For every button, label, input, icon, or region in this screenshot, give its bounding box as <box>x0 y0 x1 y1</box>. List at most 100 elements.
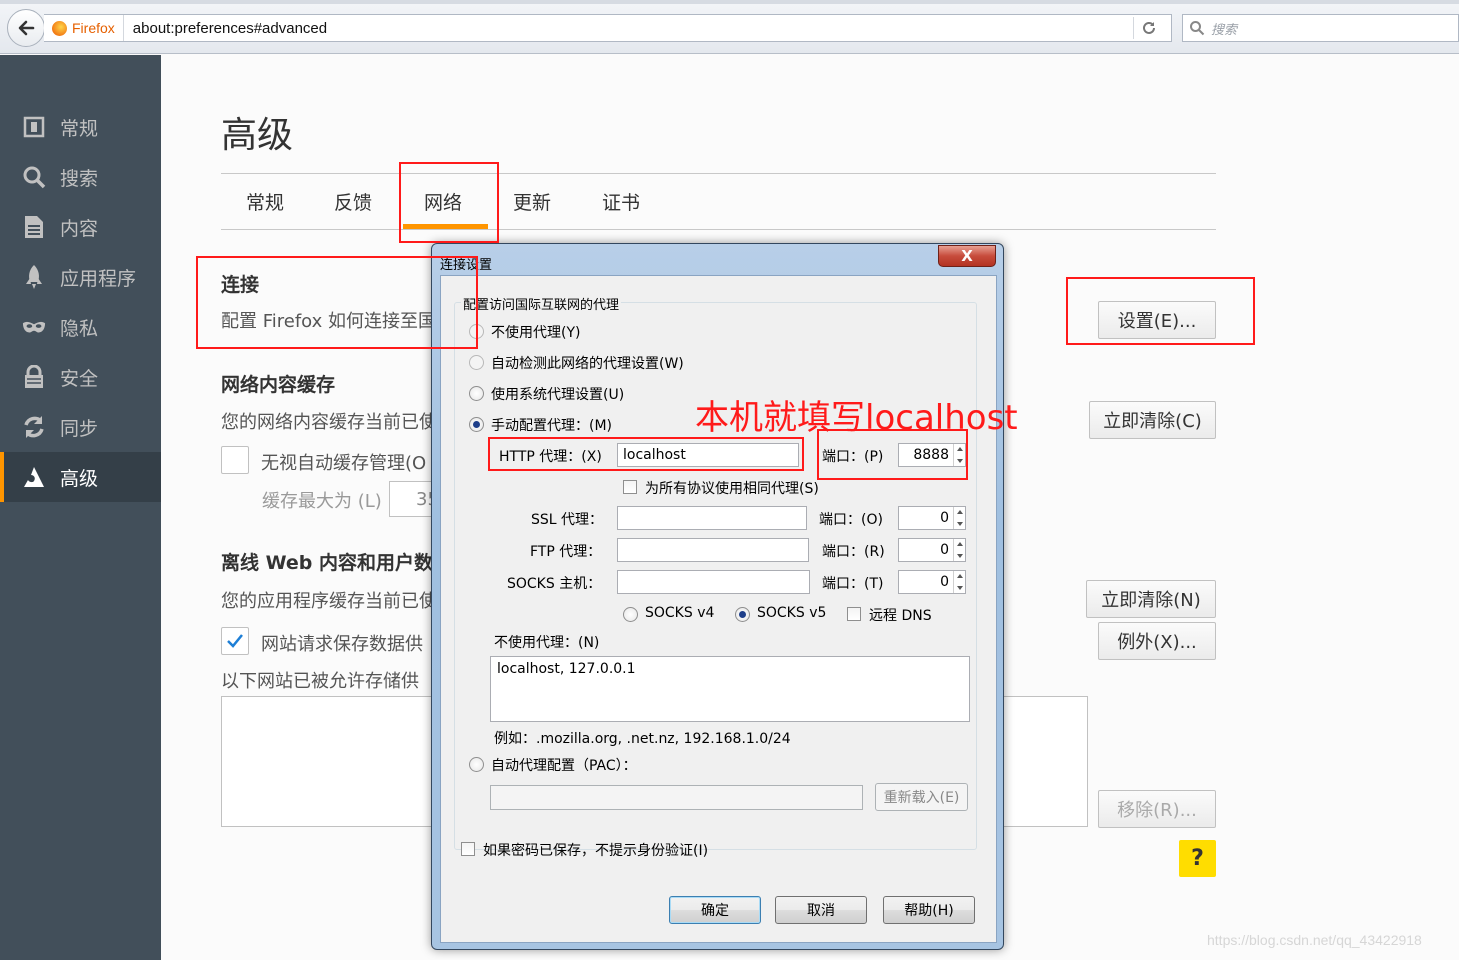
tab-certificates[interactable]: 证书 <box>602 188 640 215</box>
proxy-group-legend: 配置访问国际互联网的代理 <box>461 294 622 313</box>
cache-description: 您的网络内容缓存当前已使 <box>221 412 436 433</box>
no-proxy-for-value: localhost, 127.0.0.1 <box>497 661 636 677</box>
offline-warn-label: 网站请求保存数据供 <box>261 634 423 655</box>
privacy-mask-icon <box>22 315 46 339</box>
allowed-sites-label: 以下网站已被允许存储供 <box>221 671 419 692</box>
tabs-divider-top <box>221 173 1216 174</box>
general-icon <box>22 115 46 139</box>
remove-site-button[interactable]: 移除(R)... <box>1098 790 1216 828</box>
spin-arrows-icon[interactable] <box>953 507 965 529</box>
socks-v4-label: SOCKS v4 <box>645 605 715 621</box>
dialog-close-button[interactable]: X <box>938 245 996 267</box>
manual-proxy-radio[interactable] <box>469 417 484 432</box>
ftp-port-stepper[interactable]: 0 <box>898 538 966 562</box>
clear-offline-button[interactable]: 立即清除(N) <box>1086 580 1216 618</box>
url-text[interactable]: about:preferences#advanced <box>124 20 327 37</box>
sidebar-item-content[interactable]: 内容 <box>0 202 161 252</box>
offline-warn-checkbox[interactable] <box>221 627 249 655</box>
sidebar-item-advanced[interactable]: 高级 <box>0 452 161 502</box>
remote-dns-label: 远程 DNS <box>869 608 932 624</box>
tabs-divider-bottom <box>221 229 1216 230</box>
ok-button[interactable]: 确定 <box>669 896 761 924</box>
tab-data-choices[interactable]: 反馈 <box>334 188 372 215</box>
tab-update[interactable]: 更新 <box>513 188 551 215</box>
spin-arrows-icon[interactable] <box>953 571 965 593</box>
offline-description: 您的应用程序缓存当前已使 <box>221 591 436 612</box>
advanced-icon <box>22 465 46 489</box>
socks-v4-radio[interactable] <box>623 607 638 622</box>
sidebar-item-general[interactable]: 常规 <box>0 102 161 152</box>
auto-detect-label: 自动检测此网络的代理设置(W) <box>491 356 684 372</box>
exceptions-button[interactable]: 例外(X)... <box>1098 622 1216 660</box>
sidebar-item-security[interactable]: 安全 <box>0 352 161 402</box>
identity-label: Firefox <box>72 20 115 36</box>
search-bar[interactable]: 搜索 <box>1182 14 1459 42</box>
override-cache-checkbox[interactable] <box>221 446 249 474</box>
remote-dns-checkbox[interactable] <box>847 607 861 621</box>
reload-pac-button[interactable]: 重新载入(E) <box>875 783 968 811</box>
help-button[interactable]: ? <box>1179 840 1216 877</box>
search-placeholder: 搜索 <box>1211 22 1238 38</box>
sidebar-item-applications[interactable]: 应用程序 <box>0 252 161 302</box>
ssl-proxy-label: SSL 代理： <box>531 512 604 528</box>
pac-radio[interactable] <box>469 757 484 772</box>
cache-limit-input[interactable]: 35 <box>389 481 439 517</box>
ftp-proxy-input[interactable] <box>617 538 809 562</box>
search-icon <box>22 165 46 189</box>
no-auth-prompt-checkbox[interactable] <box>461 842 475 856</box>
identity-box[interactable]: Firefox <box>44 15 124 41</box>
ftp-proxy-label: FTP 代理： <box>530 544 602 560</box>
sidebar-item-sync[interactable]: 同步 <box>0 402 161 452</box>
ftp-port-label: 端口：(R) <box>822 544 885 560</box>
dialog-help-button[interactable]: 帮助(H) <box>883 896 975 924</box>
socks-port-stepper[interactable]: 0 <box>898 570 966 594</box>
clear-cache-button[interactable]: 立即清除(C) <box>1089 401 1216 439</box>
system-proxy-radio[interactable] <box>469 386 484 401</box>
spin-arrows-icon[interactable] <box>953 539 965 561</box>
annotation-text: 本机就填写localhost <box>695 398 1018 438</box>
applications-icon <box>22 265 46 289</box>
reload-button[interactable] <box>1133 17 1163 39</box>
url-bar[interactable]: Firefox about:preferences#advanced <box>44 14 1172 42</box>
sidebar-item-label: 同步 <box>60 417 99 440</box>
tab-general[interactable]: 常规 <box>246 188 284 215</box>
sidebar-item-search[interactable]: 搜索 <box>0 152 161 202</box>
system-proxy-label: 使用系统代理设置(U) <box>491 387 625 403</box>
sidebar-item-label: 应用程序 <box>60 267 137 290</box>
sidebar-item-label: 搜索 <box>60 167 99 190</box>
no-proxy-label: 不使用代理(Y) <box>491 325 581 341</box>
sidebar-item-label: 内容 <box>60 217 99 240</box>
same-proxy-checkbox[interactable] <box>623 480 637 494</box>
pac-url-input[interactable] <box>490 785 863 810</box>
ssl-port-label: 端口：(O) <box>819 512 883 528</box>
sidebar-item-privacy[interactable]: 隐私 <box>0 302 161 352</box>
no-proxy-for-textarea[interactable]: localhost, 127.0.0.1 <box>490 656 970 722</box>
socks-port-label: 端口：(T) <box>822 576 884 592</box>
auto-detect-radio[interactable] <box>469 355 484 370</box>
tab-strip-edge <box>0 0 1459 4</box>
watermark: https://blog.csdn.net/qq_43422918 <box>1207 932 1422 948</box>
cancel-button[interactable]: 取消 <box>775 896 867 924</box>
socks-host-label: SOCKS 主机： <box>507 576 602 592</box>
socks-host-input[interactable] <box>617 570 810 594</box>
socks-v5-radio[interactable] <box>735 607 750 622</box>
no-proxy-for-label: 不使用代理：(N) <box>494 635 600 651</box>
socks-v5-label: SOCKS v5 <box>757 605 827 621</box>
security-lock-icon <box>22 365 46 389</box>
firefox-logo-icon <box>52 20 67 36</box>
ssl-port-stepper[interactable]: 0 <box>898 506 966 530</box>
checkmark-icon <box>227 634 243 648</box>
cache-limit-label: 缓存最大为 (L) <box>262 491 382 512</box>
no-proxy-example: 例如：.mozilla.org, .net.nz, 192.168.1.0/24 <box>494 731 791 747</box>
sidebar-item-label: 高级 <box>60 467 99 490</box>
back-button[interactable] <box>7 9 45 47</box>
content-icon <box>22 215 46 239</box>
preferences-sidebar: 常规 搜索 内容 应用程序 隐私 安全 同步 高级 <box>0 55 161 960</box>
ssl-proxy-input[interactable] <box>617 506 807 530</box>
sidebar-item-label: 常规 <box>60 117 99 140</box>
ssl-port-value: 0 <box>940 510 949 526</box>
search-icon <box>1190 21 1205 36</box>
page-title: 高级 <box>221 115 294 156</box>
annotation-box-http-proxy <box>488 437 804 471</box>
annotation-box-settings-button <box>1066 277 1255 345</box>
